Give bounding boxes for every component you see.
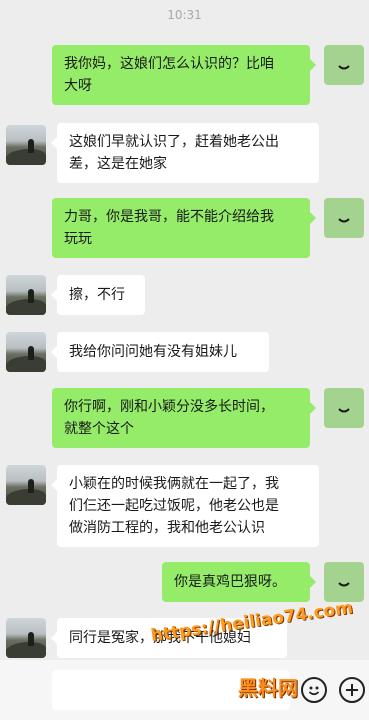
avatar-other[interactable]: [6, 275, 46, 315]
message-bubble-other[interactable]: 我给你问问她有没有姐妹儿: [51, 332, 269, 372]
message-bubble-self[interactable]: 你行啊，刚和小颖分没多长时间， 就整个这个: [52, 388, 316, 448]
input-bar: [0, 660, 369, 720]
avatar-self[interactable]: [324, 562, 364, 602]
smile-icon: [338, 65, 350, 70]
avatar-other[interactable]: [6, 125, 46, 165]
smile-icon: [338, 582, 350, 587]
message-bubble-self[interactable]: 你是真鸡巴狠呀。: [162, 562, 316, 602]
plus-circle-icon[interactable]: [339, 677, 365, 703]
message-bubble-self[interactable]: 力哥，你是我哥，能不能介绍给我 玩玩: [52, 198, 316, 258]
avatar-self[interactable]: [324, 45, 364, 85]
avatar-other[interactable]: [6, 465, 46, 505]
avatar-other[interactable]: [6, 618, 46, 658]
smile-icon: [338, 408, 350, 413]
message-bubble-other[interactable]: 擦，不行: [51, 275, 145, 315]
watermark-name: 黑料网: [238, 676, 298, 700]
avatar-self[interactable]: [324, 388, 364, 428]
avatar-self[interactable]: [324, 198, 364, 238]
message-bubble-other[interactable]: 小颖在的时候我俩就在一起了，我 们仨还一起吃过饭呢，他老公也是 做消防工程的，我…: [51, 465, 319, 547]
avatar-other[interactable]: [6, 332, 46, 372]
smile-icon: [338, 218, 350, 223]
emoji-icon[interactable]: [301, 677, 327, 703]
message-bubble-self[interactable]: 我你妈，这娘们怎么认识的？比咱 大呀: [52, 45, 316, 105]
message-bubble-other[interactable]: 这娘们早就认识了，赶着她老公出 差，这是在她家: [51, 123, 319, 183]
timestamp: 10:31: [167, 8, 202, 22]
